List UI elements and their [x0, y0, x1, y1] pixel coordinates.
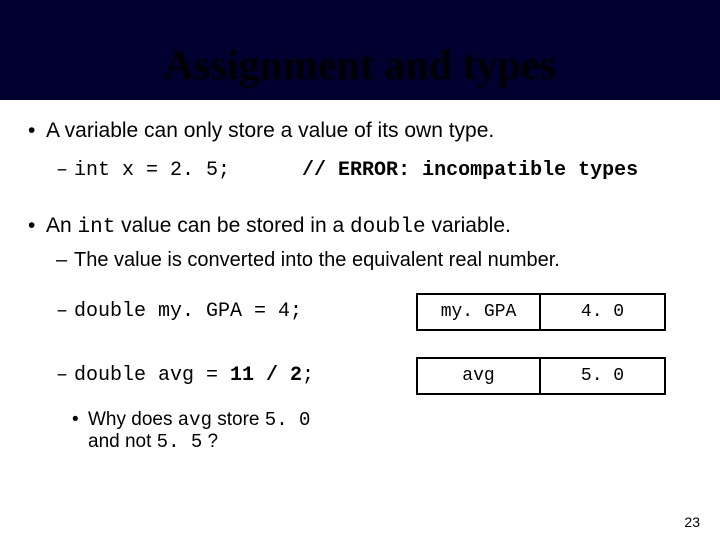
text-fragment: value can be stored in a [115, 214, 350, 237]
page-number: 23 [684, 514, 700, 530]
text-fragment: Why does [88, 409, 178, 430]
bullet-variable-type: A variable can only store a value of its… [28, 118, 700, 144]
code-int-assign: int x = 2. 5; // ERROR: incompatible typ… [56, 158, 700, 183]
slide-body: A variable can only store a value of its… [0, 108, 720, 458]
code-avg-expr: 11 / 2 [230, 364, 302, 387]
code-int-decl: int x = 2. 5; [74, 159, 230, 182]
row-avg: double avg = 11 / 2; avg 5. 0 [56, 357, 700, 395]
inline-code-five-five: 5. 5 [157, 431, 203, 453]
var-value-gpa: 4. 0 [541, 293, 666, 331]
inline-code-int: int [78, 216, 116, 239]
var-box-gpa: my. GPA 4. 0 [416, 293, 666, 331]
code-avg-semi: ; [302, 364, 314, 387]
code-gpa: double my. GPA = 4; [56, 300, 416, 323]
text-fragment: An [46, 214, 78, 237]
text-fragment: store [212, 409, 265, 430]
text-fragment: and not [88, 431, 157, 452]
inline-code-five: 5. 0 [265, 409, 311, 431]
bullet-why: Why does avg store 5. 0 and not 5. 5 ? [72, 409, 332, 455]
var-name-avg: avg [416, 357, 541, 395]
slide-title: Assignment and types [0, 42, 720, 90]
inline-code-double: double [350, 216, 426, 239]
code-avg: double avg = 11 / 2; [56, 364, 416, 387]
text-fragment: ? [202, 431, 218, 452]
row-gpa: double my. GPA = 4; my. GPA 4. 0 [56, 293, 700, 331]
inline-code-avg: avg [178, 409, 212, 431]
code-avg-decl: double avg = [74, 364, 230, 387]
text-fragment: variable. [426, 214, 511, 237]
var-name-gpa: my. GPA [416, 293, 541, 331]
code-error-comment: // ERROR: incompatible types [302, 159, 638, 182]
bullet-converted: The value is converted into the equivale… [56, 248, 700, 273]
var-box-avg: avg 5. 0 [416, 357, 666, 395]
var-value-avg: 5. 0 [541, 357, 666, 395]
bullet-int-in-double: An int value can be stored in a double v… [28, 213, 700, 241]
